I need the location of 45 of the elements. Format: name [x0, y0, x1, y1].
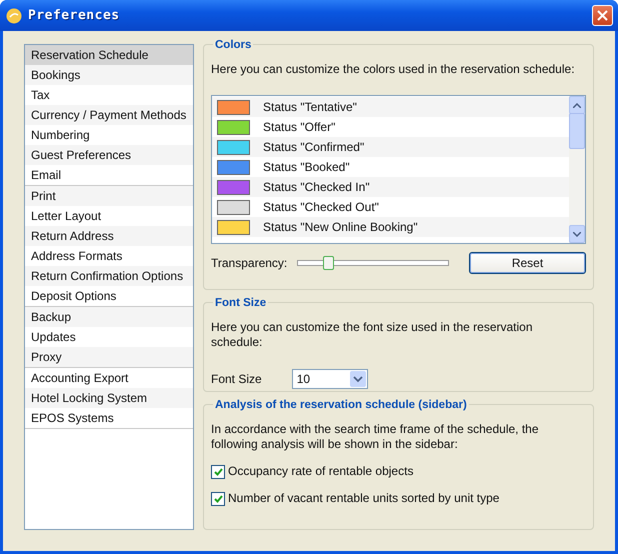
checkbox[interactable] [211, 464, 225, 478]
slider-thumb[interactable] [323, 256, 334, 270]
reset-button[interactable]: Reset [469, 252, 586, 274]
status-label: Status "Checked In" [263, 180, 370, 194]
description-text: In accordance with the search time frame of the schedule, the following analysis will be shown in the sidebar: [211, 422, 540, 452]
scroll-thumb[interactable] [569, 113, 585, 149]
group-title: Colors [213, 39, 254, 51]
status-row[interactable]: Status "New Online Booking" [212, 217, 569, 237]
sidebar-item[interactable]: Return Confirmation Options [25, 266, 193, 286]
sidebar-item[interactable]: Currency / Payment Methods [25, 105, 193, 125]
checkbox[interactable] [211, 492, 225, 506]
status-label: Status "Tentative" [263, 100, 357, 114]
description-text: Here you can customize the colors used in the reservation schedule: [211, 62, 576, 77]
status-label: Status "Checked Out" [263, 200, 379, 214]
close-button[interactable] [592, 5, 613, 26]
font-size-dropdown[interactable]: 10 [292, 369, 368, 389]
checkbox-label: Occupancy rate of rentable objects [228, 464, 414, 479]
sidebar-item[interactable]: Guest Preferences [25, 145, 193, 165]
status-row[interactable]: Status "Checked In" [212, 177, 569, 197]
status-label: Status "Confirmed" [263, 140, 364, 154]
status-label: Status "New Online Booking" [263, 220, 418, 234]
sidebar-item[interactable]: Print [25, 186, 193, 206]
status-row[interactable]: Status "Confirmed" [212, 137, 569, 157]
group-title: Font Size [213, 297, 268, 309]
sidebar-item[interactable]: Backup [25, 307, 193, 327]
group-title: Analysis of the reservation schedule (sidebar) [213, 399, 469, 411]
scroll-up-button[interactable] [569, 96, 585, 114]
checkbox-label: Number of vacant rentable units sorted by unit type [228, 491, 500, 506]
description-text: Here you can customize the font size used in the reservation schedule: [211, 320, 534, 350]
chevron-up-icon [573, 102, 581, 108]
window-title: Preferences [28, 8, 121, 23]
font-size-label: Font Size [211, 372, 262, 386]
status-label: Status "Offer" [263, 120, 336, 134]
status-label: Status "Booked" [263, 160, 350, 174]
scroll-down-button[interactable] [569, 225, 585, 243]
sidebar-item[interactable]: Reservation Schedule [25, 45, 193, 65]
app-icon [6, 8, 22, 24]
chevron-down-icon [573, 232, 581, 236]
sidebar-item[interactable]: Bookings [25, 65, 193, 85]
sidebar-item[interactable]: Proxy [25, 347, 193, 367]
sidebar-item[interactable]: Return Address [25, 226, 193, 246]
close-icon [597, 10, 608, 21]
status-row[interactable]: Status "Tentative" [212, 97, 569, 117]
sidebar-item[interactable]: Hotel Locking System [25, 388, 193, 408]
transparency-label: Transparency: [211, 256, 288, 270]
